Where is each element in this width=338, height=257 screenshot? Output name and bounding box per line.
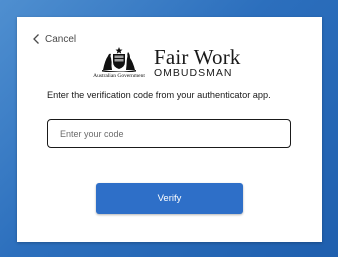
brand-wordmark: Fair Work OMBUDSMAN — [154, 47, 241, 79]
crest-block: Australian Government — [90, 46, 148, 79]
coat-of-arms-icon — [102, 47, 136, 72]
fair-work-ombudsman-logo: Australian Government Fair Work OMBUDSMA… — [90, 46, 241, 80]
cancel-label: Cancel — [45, 33, 77, 45]
brand-subtitle: OMBUDSMAN — [154, 67, 233, 79]
brand-title: Fair Work — [154, 45, 241, 69]
instruction-text: Enter the verification code from your au… — [47, 90, 271, 100]
gov-label: Australian Government — [93, 73, 145, 79]
verify-button[interactable]: Verify — [96, 183, 243, 214]
chevron-left-icon — [33, 34, 39, 44]
verification-card: Cancel Australian Government Fair Work O… — [17, 17, 322, 242]
verification-code-input[interactable] — [47, 119, 291, 148]
cancel-link[interactable]: Cancel — [32, 33, 76, 45]
